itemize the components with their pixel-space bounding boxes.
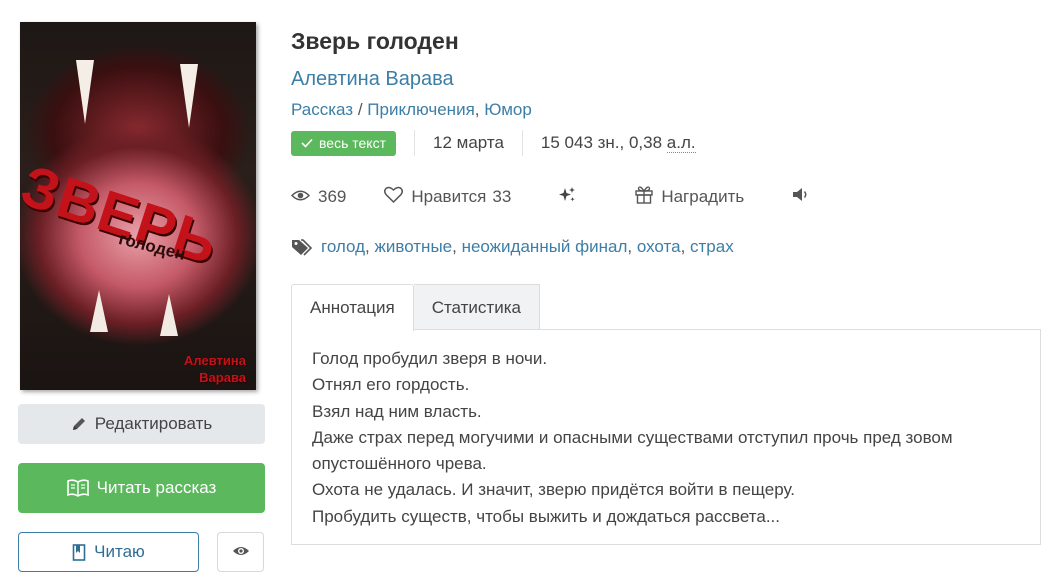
size-unit[interactable]: а.л. xyxy=(666,133,696,153)
tags-row: голод, животные, неожиданный финал, охот… xyxy=(291,234,1041,260)
like-button[interactable]: Нравится 33 xyxy=(384,186,511,208)
reward-button[interactable]: Наградить xyxy=(635,185,744,209)
book-details: Зверь голоден Алевтина Варава Рассказ / … xyxy=(290,28,1041,545)
cover-author-first: Алевтина xyxy=(184,353,246,368)
tag-separator: , xyxy=(452,237,462,256)
views-stat: 369 xyxy=(290,187,347,207)
book-cover[interactable]: ЗВЕРЬ голоден Алевтина Варава xyxy=(20,22,256,390)
listen-button[interactable] xyxy=(792,187,818,207)
divider xyxy=(521,130,523,156)
meta-row: весь текст 12 марта 15 043 зн., 0,38 а.л… xyxy=(291,129,1041,157)
genre-link-humor[interactable]: Юмор xyxy=(484,100,532,119)
book-size: 15 043 зн., 0,38 а.л. xyxy=(541,133,696,153)
open-book-icon xyxy=(66,479,89,497)
watch-button[interactable] xyxy=(217,532,264,572)
views-count: 369 xyxy=(318,187,347,206)
annotation-line: Охота не удалась. И значит, зверю придёт… xyxy=(312,480,795,500)
tags-icon xyxy=(291,238,313,256)
publish-date: 12 марта xyxy=(433,133,504,152)
cover-author-last: Варава xyxy=(199,370,246,385)
cover-fang xyxy=(76,60,94,124)
speaker-icon xyxy=(792,187,818,207)
cover-title: ЗВЕРЬ xyxy=(20,152,227,278)
tag-separator: , xyxy=(627,237,637,256)
book-title: Зверь голоден xyxy=(291,28,459,54)
tag-link[interactable]: неожиданный финал xyxy=(462,237,628,256)
cover-fang xyxy=(90,290,108,332)
annotation-line: Пробудить существ, чтобы выжить и дождат… xyxy=(312,506,780,526)
cover-fang xyxy=(160,294,178,336)
check-icon xyxy=(301,135,319,151)
full-text-badge: весь текст xyxy=(291,130,396,156)
tag-link[interactable]: голод xyxy=(321,237,365,256)
tag-link[interactable]: охота xyxy=(637,237,681,256)
pencil-icon xyxy=(71,416,87,432)
reading-button[interactable]: Читаю xyxy=(18,532,199,572)
tab-statistics[interactable]: Статистика xyxy=(413,284,540,330)
annotation-panel: Голод пробудил зверя в ночи. Отнял его го… xyxy=(291,329,1041,545)
annotation-line: Взял над ним власть. xyxy=(312,401,482,421)
annotation-line: Отнял его гордость. xyxy=(312,375,470,395)
cover-author: Алевтина Варава xyxy=(184,352,246,386)
reward-label: Наградить xyxy=(661,187,745,206)
edit-button[interactable]: Редактировать xyxy=(18,404,265,444)
cover-fang xyxy=(180,64,198,128)
genre-comma: , xyxy=(474,100,485,119)
badge-label: весь текст xyxy=(319,135,386,151)
tab-annotation[interactable]: Аннотация xyxy=(291,284,414,331)
size-value: 15 043 зн., 0,38 xyxy=(540,133,667,152)
left-column: ЗВЕРЬ голоден Алевтина Варава Редактиров… xyxy=(18,22,265,572)
annotation-line: Даже страх перед могучими и опасными сущ… xyxy=(312,427,953,474)
annotation-line: Голод пробудил зверя в ночи. xyxy=(312,349,548,368)
like-count: 33 xyxy=(492,187,512,206)
bookmark-icon xyxy=(72,543,86,561)
divider xyxy=(414,130,415,156)
genre-separator: / xyxy=(353,100,368,119)
genre-link-adventure[interactable]: Приключения xyxy=(367,100,475,119)
edit-button-label: Редактировать xyxy=(94,414,213,433)
reading-button-label: Читаю xyxy=(94,542,145,561)
author-link[interactable]: Алевтина Варава xyxy=(291,68,1041,91)
eye-icon xyxy=(232,542,250,562)
genres: Рассказ / Приключения, Юмор xyxy=(291,100,1041,120)
read-story-button[interactable]: Читать рассказ xyxy=(18,463,265,513)
eye-icon xyxy=(290,187,318,207)
like-label: Нравится xyxy=(411,187,487,206)
tag-list: голод, животные, неожиданный финал, охот… xyxy=(321,237,734,257)
stats-row: 369 Нравится 33 Наградить xyxy=(290,183,1041,211)
tabs: Аннотация Статистика xyxy=(291,284,1041,331)
sparkles-icon xyxy=(557,186,585,209)
heart-icon xyxy=(384,186,411,208)
tag-link[interactable]: животные xyxy=(374,237,452,256)
category-link[interactable]: Рассказ xyxy=(291,100,353,119)
tag-separator: , xyxy=(680,237,691,256)
recommend-button[interactable] xyxy=(557,186,585,209)
read-story-button-label: Читать рассказ xyxy=(96,478,217,497)
gift-icon xyxy=(635,185,661,209)
tag-link[interactable]: страх xyxy=(690,237,734,256)
